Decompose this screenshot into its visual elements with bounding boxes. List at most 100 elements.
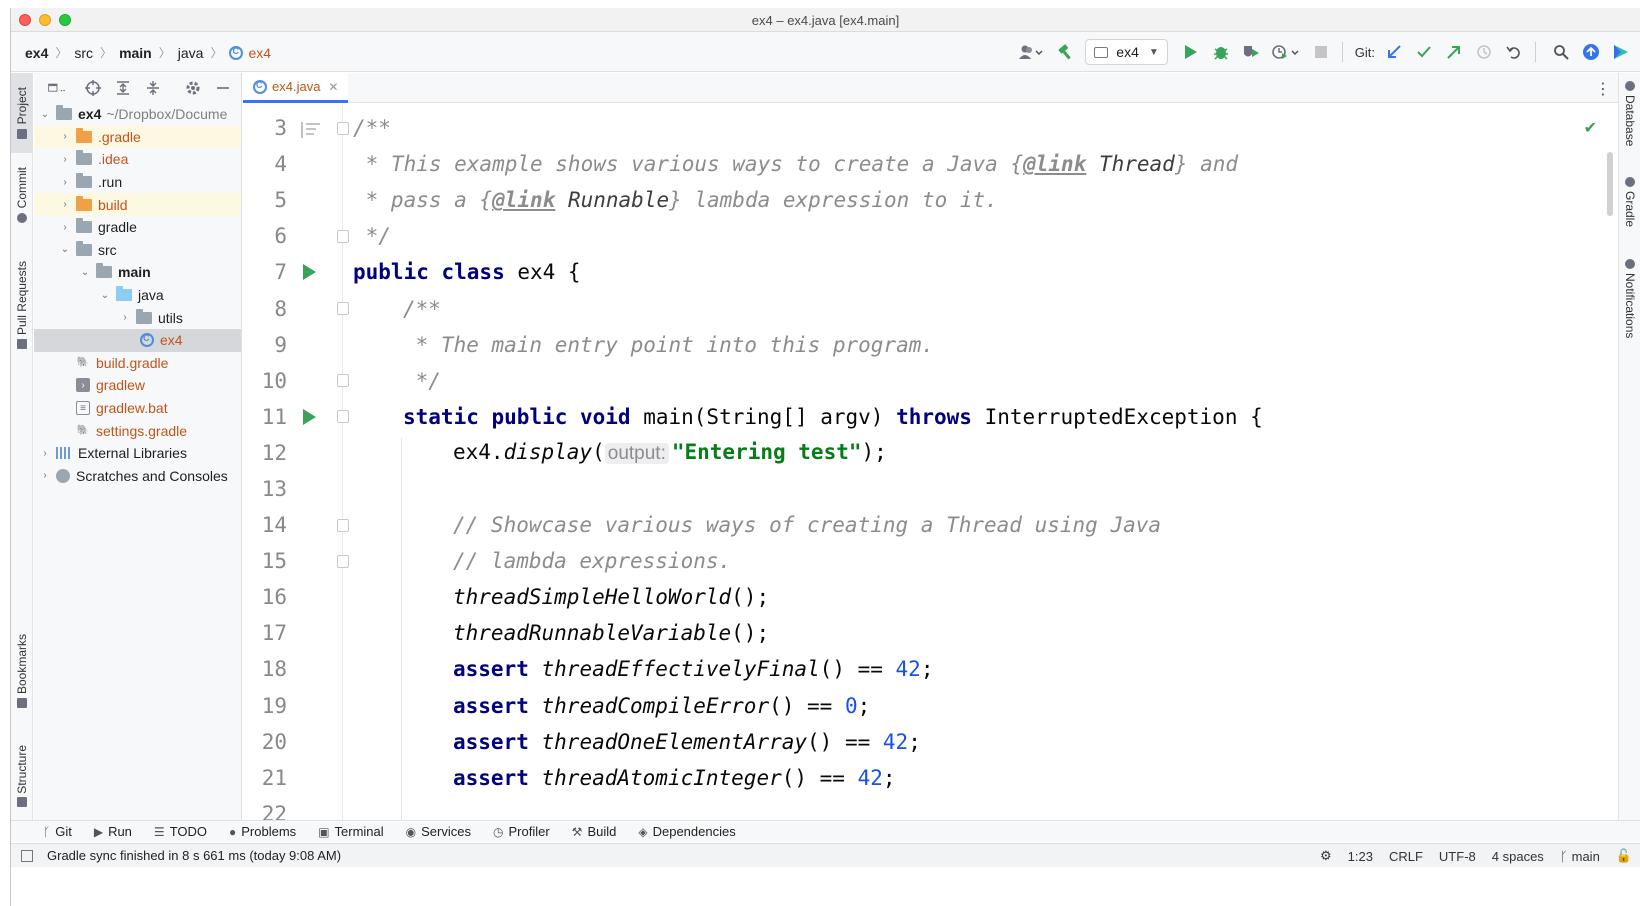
more-vertical-icon[interactable]: ⋮ (1595, 79, 1611, 99)
run-configuration-select[interactable]: ex4 ▼ (1085, 39, 1168, 65)
tree-item-build[interactable]: › build (34, 193, 241, 216)
tree-item-src[interactable]: ⌄ src (34, 239, 241, 262)
run-gutter-icon[interactable] (303, 264, 316, 281)
breadcrumb-class[interactable]: ex4 (229, 45, 271, 61)
line-number: 13 (261, 476, 287, 501)
tree-item-gradlew[interactable]: › gradlew (34, 374, 241, 397)
tab-database[interactable]: Database (1619, 81, 1640, 146)
rollback-icon[interactable] (1501, 39, 1527, 65)
fold-marker[interactable] (337, 229, 349, 243)
code-with-me-icon[interactable] (1608, 39, 1634, 65)
tree-item-settings-gradle[interactable]: 🐘 settings.gradle (34, 419, 241, 442)
git-branch-icon: ᚴ (1559, 848, 1568, 864)
chevron-right-icon: › (63, 153, 67, 165)
breadcrumb-src[interactable]: src (74, 45, 93, 61)
tree-item-external-libraries[interactable]: › External Libraries (34, 442, 241, 465)
git-branch-widget[interactable]: ᚴ main (1560, 849, 1600, 864)
background-tasks-icon[interactable]: ⚙ (1320, 848, 1332, 864)
code-line: 5 * pass a {@link Runnable} lambda expre… (243, 182, 1619, 218)
tool-build[interactable]: ⚒ Build (572, 824, 617, 839)
tab-gradle[interactable]: Gradle (1619, 177, 1640, 227)
code-line: 6 */ (243, 218, 1619, 254)
status-message[interactable]: Gradle sync finished in 8 s 661 ms (toda… (47, 848, 341, 863)
tree-item-run[interactable]: › .run (34, 171, 241, 194)
tab-pull-requests[interactable]: Pull Requests (11, 249, 33, 361)
tool-todo[interactable]: ☰ TODO (154, 824, 207, 839)
breadcrumb-ex4[interactable]: ex4 (25, 45, 48, 61)
tool-terminal[interactable]: ▣ Terminal (318, 824, 383, 839)
tab-bookmarks[interactable]: Bookmarks (11, 623, 33, 719)
tab-structure[interactable]: Structure (11, 733, 33, 819)
expand-all-icon[interactable] (114, 79, 132, 97)
fold-marker[interactable] (337, 554, 349, 568)
run-gutter-icon[interactable] (303, 408, 316, 425)
tab-ex4-java[interactable]: ex4.java ✕ (243, 73, 349, 103)
tab-notifications[interactable]: Notifications (1619, 259, 1640, 338)
fold-marker[interactable] (337, 518, 349, 532)
code-line: 22 (243, 796, 1619, 820)
breadcrumb-java[interactable]: java (178, 45, 204, 61)
indent-setting[interactable]: 4 spaces (1492, 849, 1544, 864)
ide-update-icon[interactable] (1578, 39, 1604, 65)
tree-item-java[interactable]: ⌄ java (34, 284, 241, 307)
tool-problems[interactable]: ● Problems (229, 824, 296, 839)
line-number: 12 (261, 440, 287, 465)
build-hammer-icon[interactable] (1053, 39, 1079, 65)
git-commit-check-icon[interactable] (1411, 39, 1437, 65)
fold-marker[interactable] (337, 374, 349, 388)
tool-git[interactable]: ᚴ Git (43, 824, 72, 839)
stop-icon[interactable] (1308, 39, 1334, 65)
fold-marker[interactable] (337, 410, 349, 424)
tree-root-ex4[interactable]: ⌄ ex4 ~/Dropbox/Docume (34, 103, 241, 126)
folder-icon (76, 195, 92, 211)
tab-notifications-label: Notifications (1623, 273, 1637, 339)
tool-profiler[interactable]: ◷ Profiler (493, 824, 550, 839)
fold-marker[interactable] (337, 121, 349, 135)
tool-dependencies[interactable]: ◈ Dependencies (638, 824, 735, 839)
tree-item-utils[interactable]: › utils (34, 306, 241, 329)
locate-target-icon[interactable] (84, 79, 102, 97)
search-icon[interactable] (1548, 39, 1574, 65)
tree-item-scratches[interactable]: › Scratches and Consoles (34, 465, 241, 488)
user-accounts-icon[interactable] (1013, 39, 1049, 65)
tab-commit[interactable]: Commit (11, 159, 33, 231)
git-push-icon[interactable] (1441, 39, 1467, 65)
gear-icon[interactable] (184, 79, 202, 97)
line-number: 17 (261, 621, 287, 646)
tool-windows-toggle-icon[interactable] (21, 849, 33, 862)
history-clock-icon[interactable] (1471, 39, 1497, 65)
editor-tabs: ex4.java ✕ ⋮ (243, 73, 1619, 103)
close-icon[interactable]: ✕ (328, 80, 338, 94)
tree-item-main[interactable]: ⌄ main (34, 261, 241, 284)
line-separator[interactable]: CRLF (1389, 849, 1423, 864)
debug-bug-icon[interactable] (1208, 39, 1234, 65)
tool-services[interactable]: ◉ Services (406, 824, 471, 839)
tab-bookmarks-label: Bookmarks (15, 633, 29, 695)
tree-item-gradlew-bat[interactable]: ≡ gradlew.bat (34, 397, 241, 420)
tree-item-dot-gradle[interactable]: › .gradle (34, 125, 241, 149)
coverage-icon[interactable] (1238, 39, 1264, 65)
hide-panel-icon[interactable] (214, 79, 232, 97)
code-text: public class ex4 { (353, 260, 581, 285)
lock-icon[interactable]: 🔓 (1616, 848, 1632, 864)
project-view-select[interactable] (48, 79, 66, 97)
tab-project[interactable]: Project (11, 73, 33, 153)
git-update-icon[interactable] (1381, 39, 1407, 65)
breadcrumb-main[interactable]: main (119, 45, 152, 61)
file-encoding[interactable]: UTF-8 (1439, 849, 1476, 864)
line-number: 20 (261, 729, 287, 754)
code-editor[interactable]: ✔ 3 /** 4 * This example shows various w… (243, 104, 1619, 820)
profile-icon[interactable] (1268, 39, 1304, 65)
fold-marker[interactable] (337, 302, 349, 316)
tree-item-ex4-class[interactable]: ex4 (34, 328, 241, 352)
tree-item-gradle[interactable]: › gradle (34, 216, 241, 239)
caret-position[interactable]: 1:23 (1348, 849, 1373, 864)
chevron-right-icon: 〉 (100, 46, 113, 60)
tree-item-build-gradle[interactable]: 🐘 build.gradle (34, 352, 241, 375)
tree-item-idea[interactable]: › .idea (34, 148, 241, 171)
commit-icon (17, 212, 27, 223)
collapse-all-icon[interactable] (144, 79, 162, 97)
doc-render-icon[interactable] (301, 121, 320, 139)
tool-run[interactable]: ▶ Run (94, 824, 132, 839)
run-button[interactable] (1178, 39, 1204, 65)
